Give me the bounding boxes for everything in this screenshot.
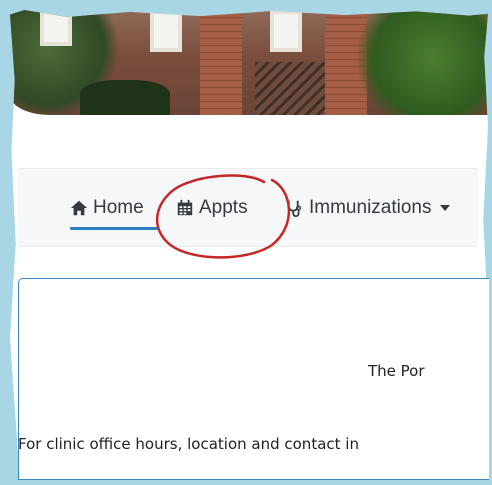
panel-title: The Por: [368, 362, 425, 380]
nav-immunizations[interactable]: Immunizations: [286, 196, 450, 220]
nav-home-label: Home: [93, 197, 144, 218]
dropdown-caret-icon[interactable]: [439, 205, 450, 211]
home-icon: [70, 200, 88, 216]
active-tab-indicator: [70, 227, 158, 230]
building-photo: [10, 10, 488, 115]
nav-home[interactable]: Home: [70, 196, 144, 220]
panel-text: For clinic office hours, location and co…: [18, 435, 359, 453]
red-circle-annotation: [156, 174, 291, 259]
nav-immunizations-label: Immunizations: [309, 197, 432, 218]
